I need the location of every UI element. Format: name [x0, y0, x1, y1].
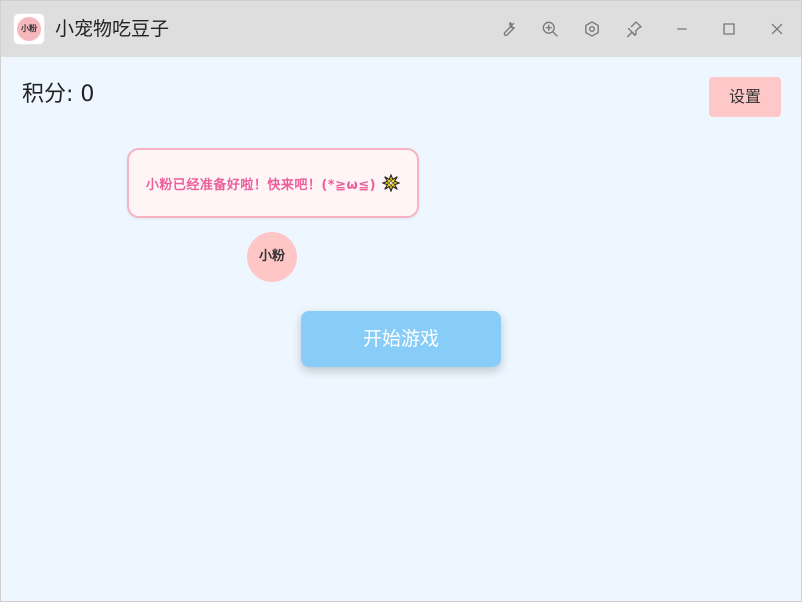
zoom-in-icon — [542, 21, 558, 37]
titlebar[interactable]: 小粉 小宠物吃豆子 — [1, 1, 801, 57]
minimize-button[interactable] — [668, 15, 696, 43]
minimize-icon — [677, 28, 687, 30]
pin-icon — [627, 21, 642, 38]
close-icon — [771, 23, 783, 35]
maximize-button[interactable] — [715, 15, 743, 43]
speech-bubble: 小粉已经准备好啦！快来吧！(*≧ω≦) — [127, 148, 419, 218]
settings-title-button[interactable] — [578, 15, 606, 43]
wrench-icon — [503, 22, 515, 36]
burst-icon — [382, 174, 401, 192]
app-icon: 小粉 — [13, 13, 45, 45]
window-title: 小宠物吃豆子 — [55, 18, 170, 40]
score-label: 积分: — [22, 82, 81, 107]
app-icon-label: 小粉 — [17, 17, 41, 41]
score-value: 0 — [80, 82, 95, 107]
settings-button[interactable]: 设置 — [709, 77, 781, 117]
zoom-button[interactable] — [536, 15, 564, 43]
pin-button[interactable] — [620, 15, 648, 43]
tools-button[interactable] — [494, 15, 522, 43]
score-display: 积分: 0 — [22, 81, 94, 109]
maximize-icon — [723, 23, 735, 35]
start-game-button[interactable]: 开始游戏 — [301, 311, 501, 367]
app-window: 小粉 小宠物吃豆子 积分: 0 设置 小粉已经准备好啦！快来吧！(*≧ω≦) 小… — [0, 0, 802, 602]
speech-bubble-text: 小粉已经准备好啦！快来吧！(*≧ω≦) — [145, 177, 377, 193]
hexagon-gear-icon — [585, 21, 599, 37]
pet-avatar[interactable]: 小粉 — [247, 232, 297, 282]
close-button[interactable] — [763, 15, 791, 43]
